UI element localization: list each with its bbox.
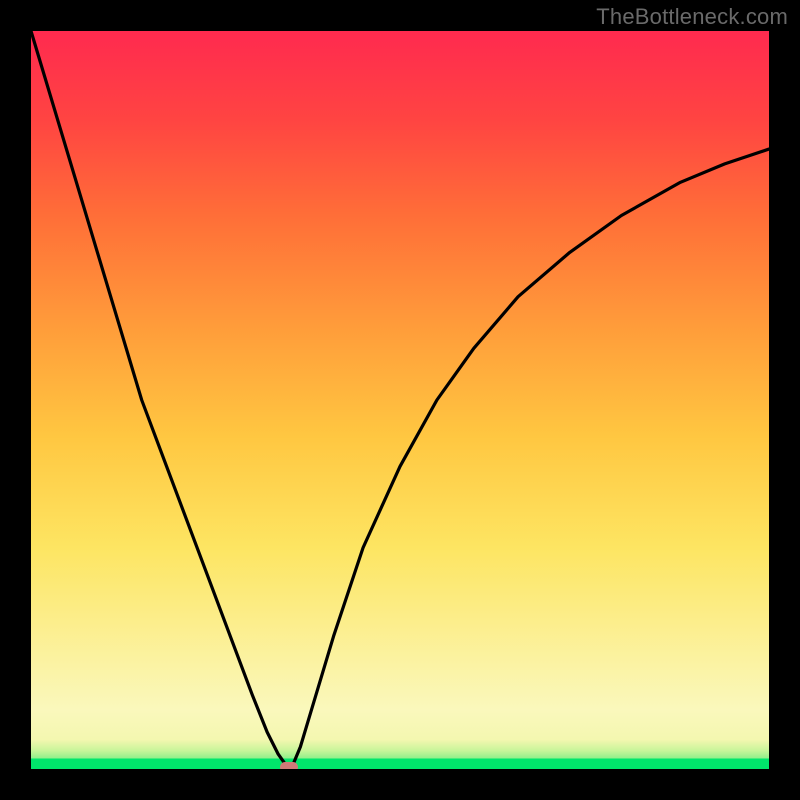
bottleneck-curve: [31, 31, 769, 769]
plot-area: [31, 31, 769, 769]
watermark-text: TheBottleneck.com: [596, 4, 788, 30]
min-marker: [280, 762, 298, 769]
chart-frame: TheBottleneck.com: [0, 0, 800, 800]
